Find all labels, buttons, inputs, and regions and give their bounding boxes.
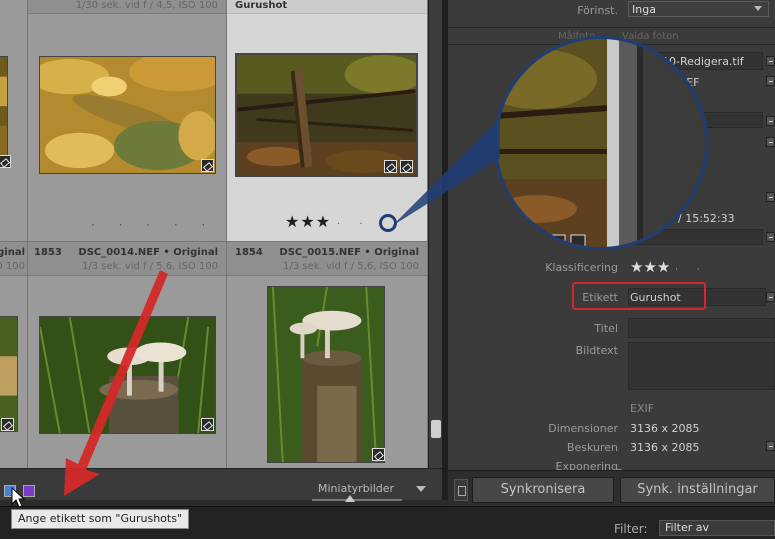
field-action-button[interactable] [766, 137, 775, 147]
dimensions-value: 3136 x 2085 [630, 422, 700, 435]
zoom-magnifier-callout [494, 36, 708, 250]
photo-thumbnail[interactable] [39, 56, 216, 174]
label-blue-swatch[interactable] [4, 485, 16, 497]
cell-filename: DSC_0015.NEF • Original [279, 247, 419, 258]
cell-header: 1/30 sek. vid f / 4,5, ISO 100 [28, 0, 226, 14]
thumbnails-label: Miniatyrbilder [318, 482, 395, 495]
thumbnail-grid[interactable]: 1/30 sek. vid f / 4,5, ISO 100 · · · · ·… [0, 0, 428, 468]
exposure-info: 1/3 sek. vid f / 5,6, ISO 100 [82, 261, 218, 272]
rating-stars-control[interactable]: ★★★ · · [630, 258, 708, 276]
magnifier-origin-ring [379, 214, 397, 232]
field-action-button[interactable] [766, 192, 775, 202]
field-action-button[interactable] [766, 441, 775, 451]
grid-cell[interactable]: 1854 DSC_0015.NEF • Original 1/3 sek. vi… [227, 242, 428, 468]
cell-filename: DSC_0014.NEF • Original [78, 247, 218, 258]
grid-cell-selected[interactable]: Gurushot ★★★ · · [227, 0, 428, 242]
photo-thumbnail[interactable] [235, 53, 418, 177]
field-action-button[interactable] [766, 76, 775, 86]
rating-label: Klassificering [545, 261, 618, 274]
dimensions-label: Dimensioner [548, 422, 618, 435]
separator [448, 27, 775, 28]
exif-heading: EXIF [630, 402, 655, 415]
cell-filename: iginal [0, 247, 25, 258]
cell-label-gurushot: Gurushot [235, 0, 288, 11]
auto-sync-toggle[interactable] [454, 479, 468, 501]
rating-dots[interactable]: · · · · · [91, 218, 215, 232]
capture-time-value: / 15:52:33 [678, 212, 735, 225]
toolbar-menu-chevron-down-icon[interactable] [416, 486, 426, 492]
grid-cell[interactable]: iginal ISO 100 [0, 242, 28, 468]
edit-badge-icon [201, 159, 214, 172]
chevron-down-icon [754, 6, 762, 11]
grid-cell[interactable]: 1/30 sek. vid f / 4,5, ISO 100 · · · · · [28, 0, 227, 242]
edit-badge-icon [372, 448, 385, 461]
sync-settings-button[interactable]: Synk. inställningar [620, 477, 775, 503]
rating-empty-dots: · · [675, 265, 708, 275]
field-action-button[interactable] [766, 116, 775, 126]
edit-badge-icon [1, 418, 14, 431]
star-rating[interactable]: ★★★ · · [285, 212, 371, 231]
sync-bar: Synkronisera Synk. inställningar [448, 470, 775, 506]
grid-scrollbar[interactable] [428, 0, 442, 468]
label-highlight-box [572, 282, 706, 310]
slider-knob-icon[interactable] [345, 495, 355, 502]
exposure-info: 1/30 sek. vid f / 4,5, ISO 100 [75, 0, 218, 11]
rating-empty-dots: · · [337, 219, 371, 230]
field-action-button[interactable] [766, 232, 775, 242]
crop-badge-icon [400, 160, 413, 173]
cropped-label: Beskuren [566, 441, 618, 454]
caption-label: Bildtext [575, 344, 618, 357]
cell-header: Gurushot [227, 0, 427, 14]
cropped-value: 3136 x 2085 [630, 441, 700, 454]
caption-input[interactable] [628, 342, 775, 390]
preset-value: Inga [632, 3, 656, 16]
sync-button[interactable]: Synkronisera [472, 477, 614, 503]
cell-header: 1853 DSC_0014.NEF • Original 1/3 sek. vi… [28, 242, 226, 276]
grid-cell[interactable]: 1853 DSC_0014.NEF • Original 1/3 sek. vi… [28, 242, 227, 468]
label-purple-swatch[interactable] [23, 485, 35, 497]
preset-label: Förinst. [577, 4, 618, 17]
edit-badge-icon [384, 160, 397, 173]
scrollbar-thumb[interactable] [431, 420, 441, 438]
cell-index: 1853 [34, 247, 62, 258]
photo-thumbnail[interactable] [0, 56, 8, 168]
title-input[interactable] [628, 318, 775, 338]
rating-stars: ★★★ [285, 212, 332, 231]
filter-label: Filter: [614, 522, 648, 536]
filter-dropdown[interactable]: Filter av [659, 520, 775, 536]
grid-toolbar: Miniatyrbilder [0, 468, 442, 502]
field-action-button[interactable] [766, 292, 775, 302]
photo-thumbnail[interactable] [39, 316, 216, 434]
thumbnail-size-slider[interactable] [312, 499, 402, 501]
exposure-info: ISO 100 [0, 261, 25, 272]
cell-index: 1854 [235, 247, 263, 258]
photo-thumbnail[interactable] [267, 286, 385, 463]
edit-badge-icon [0, 155, 11, 168]
cell-header: 1854 DSC_0015.NEF • Original 1/3 sek. vi… [227, 242, 427, 276]
field-action-button[interactable] [766, 56, 775, 66]
label-tooltip: Ange etikett som "Gurushots" [11, 509, 190, 529]
cell-header: iginal ISO 100 [0, 242, 27, 276]
photo-thumbnail[interactable] [0, 316, 18, 432]
edit-badge-icon [201, 418, 214, 431]
grid-cell[interactable] [0, 0, 28, 242]
title-label: Titel [594, 322, 618, 335]
exposure-info: 1/3 sek. vid f / 5,6, ISO 100 [283, 261, 419, 272]
rating-stars: ★★★ [630, 258, 671, 276]
